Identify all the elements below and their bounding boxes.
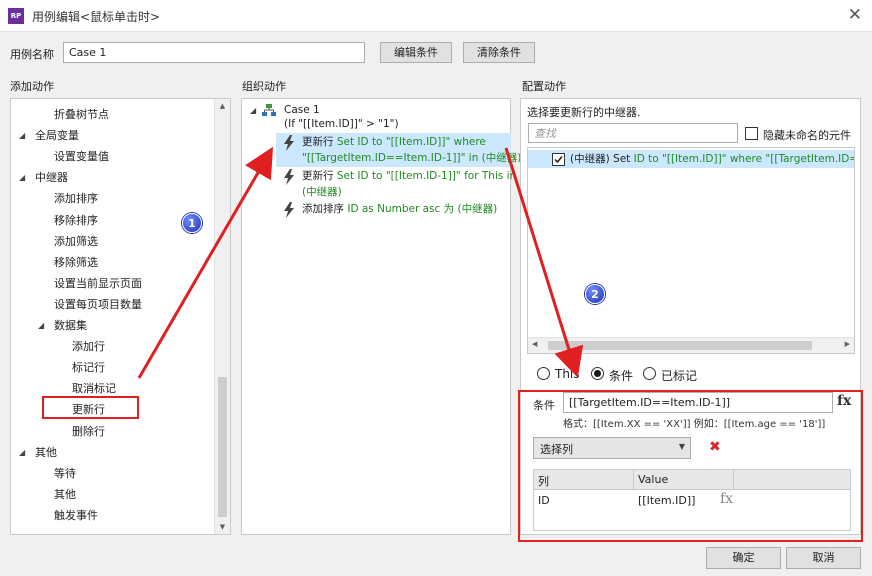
action-tree-item[interactable]: 设置当前显示页面: [54, 273, 142, 294]
repeater-list: (中继器) Set ID to "[[Item.ID]]" where "[[T…: [527, 147, 855, 354]
case-name-input[interactable]: Case 1: [63, 42, 365, 63]
lightning-bolt-icon: [284, 135, 294, 151]
action-tree-item[interactable]: 折叠树节点: [54, 104, 109, 125]
search-input[interactable]: 查找: [528, 123, 738, 143]
action-2-line-2: (中继器): [302, 186, 342, 198]
ok-button[interactable]: 确定: [706, 547, 781, 569]
expand-triangle-icon[interactable]: ◢: [250, 106, 256, 115]
action-tree-item[interactable]: 设置变量值: [54, 146, 109, 167]
annotation-badge-1: 1: [182, 213, 202, 233]
action-tree-item[interactable]: 数据集: [54, 315, 87, 336]
lightning-bolt-icon: [284, 202, 294, 218]
action-tree-item[interactable]: 其他: [54, 484, 76, 505]
action-tree-item[interactable]: 移除排序: [54, 210, 98, 231]
expand-triangle-icon[interactable]: ◢: [38, 321, 44, 330]
scroll-left-arrow-icon[interactable]: ◀: [532, 340, 537, 348]
title-bar: RP 用例编辑<鼠标单击时> ✕: [0, 0, 872, 32]
scroll-right-arrow-icon[interactable]: ▶: [845, 340, 850, 348]
action-tree-item[interactable]: 中继器: [35, 167, 68, 188]
action-tree-item[interactable]: 全局变量: [35, 125, 79, 146]
repeater-checkbox[interactable]: [552, 153, 565, 166]
clear-condition-button[interactable]: 清除条件: [463, 42, 535, 63]
expand-triangle-icon[interactable]: ◢: [19, 448, 25, 457]
scroll-thumb[interactable]: [218, 377, 227, 517]
app-logo-icon: RP: [8, 8, 24, 24]
action-tree-item[interactable]: 添加行: [72, 336, 105, 357]
action-tree-item[interactable]: 删除行: [72, 421, 105, 442]
add-actions-scrollbar[interactable]: ▲ ▼: [214, 99, 230, 534]
repeater-row-text: (中继器) Set ID to "[[Item.ID]]" where "[[T…: [570, 153, 854, 165]
scroll-down-arrow-icon[interactable]: ▼: [215, 523, 230, 531]
action-tree-item[interactable]: 等待: [54, 463, 76, 484]
scroll-up-arrow-icon[interactable]: ▲: [215, 102, 230, 110]
instruction-text: 选择要更新行的中继器.: [527, 106, 641, 119]
highlight-config-box: [518, 390, 863, 542]
action-1-line-1: 更新行 Set ID to "[[Item.ID]]" where: [302, 136, 486, 148]
checkmark-icon: [554, 156, 563, 164]
action-3-line-1[interactable]: 添加排序 ID as Number asc 为 (中继器): [302, 201, 497, 217]
action-2-line-1[interactable]: 更新行 Set ID to "[[Item.ID-1]]" for This i…: [302, 168, 516, 184]
action-1-line-2: "[[TargetItem.ID==Item.ID-1]]" in (中继器): [302, 152, 522, 164]
organize-actions-header: 组织动作: [242, 80, 286, 93]
hide-unnamed-label: 隐藏未命名的元件: [763, 129, 851, 142]
hide-unnamed-checkbox[interactable]: [745, 127, 758, 140]
highlight-update-row-box: [42, 396, 139, 419]
action-tree-item[interactable]: 添加排序: [54, 188, 98, 209]
radio-marked[interactable]: [643, 367, 656, 380]
lightning-bolt-icon: [284, 169, 294, 185]
expand-triangle-icon[interactable]: ◢: [19, 173, 25, 182]
annotation-badge-2: 2: [585, 284, 605, 304]
radio-marked-label: 已标记: [661, 369, 698, 383]
radio-condition[interactable]: [591, 367, 604, 380]
action-tree-item[interactable]: 触发事件: [54, 505, 98, 526]
action-tree-item[interactable]: 其他: [35, 442, 57, 463]
horizontal-scrollbar[interactable]: ◀ ▶: [528, 337, 854, 353]
cancel-button[interactable]: 取消: [786, 547, 861, 569]
case-flow-icon: [262, 104, 276, 116]
organize-actions-panel: ◢ Case 1 (If "[[Item.ID]]" > "1") 更新行 Se…: [241, 98, 521, 535]
action-tree-item[interactable]: 移除筛选: [54, 252, 98, 273]
action-tree-item[interactable]: 设置每页项目数量: [54, 294, 142, 315]
window-title: 用例编辑<鼠标单击时>: [32, 10, 161, 24]
radio-this-label: This: [555, 367, 580, 381]
configure-actions-header: 配置动作: [522, 80, 566, 93]
action-tree-item[interactable]: 添加筛选: [54, 231, 98, 252]
expand-triangle-icon[interactable]: ◢: [19, 131, 25, 140]
case-condition: (If "[[Item.ID]]" > "1"): [284, 118, 399, 130]
action-tree-item[interactable]: 标记行: [72, 357, 105, 378]
add-actions-header: 添加动作: [10, 80, 54, 93]
case-name-label: 用例名称: [10, 48, 54, 61]
close-icon[interactable]: ✕: [848, 5, 862, 25]
radio-condition-label: 条件: [609, 369, 634, 383]
edit-condition-button[interactable]: 编辑条件: [380, 42, 452, 63]
add-actions-panel: 折叠树节点 ◢ 全局变量 设置变量值 ◢ 中继器 添加排序 移除排序 添加筛选 移除筛选 设置当前显…: [10, 98, 231, 535]
radio-this[interactable]: [537, 367, 550, 380]
horizontal-scroll-thumb[interactable]: [548, 341, 812, 350]
